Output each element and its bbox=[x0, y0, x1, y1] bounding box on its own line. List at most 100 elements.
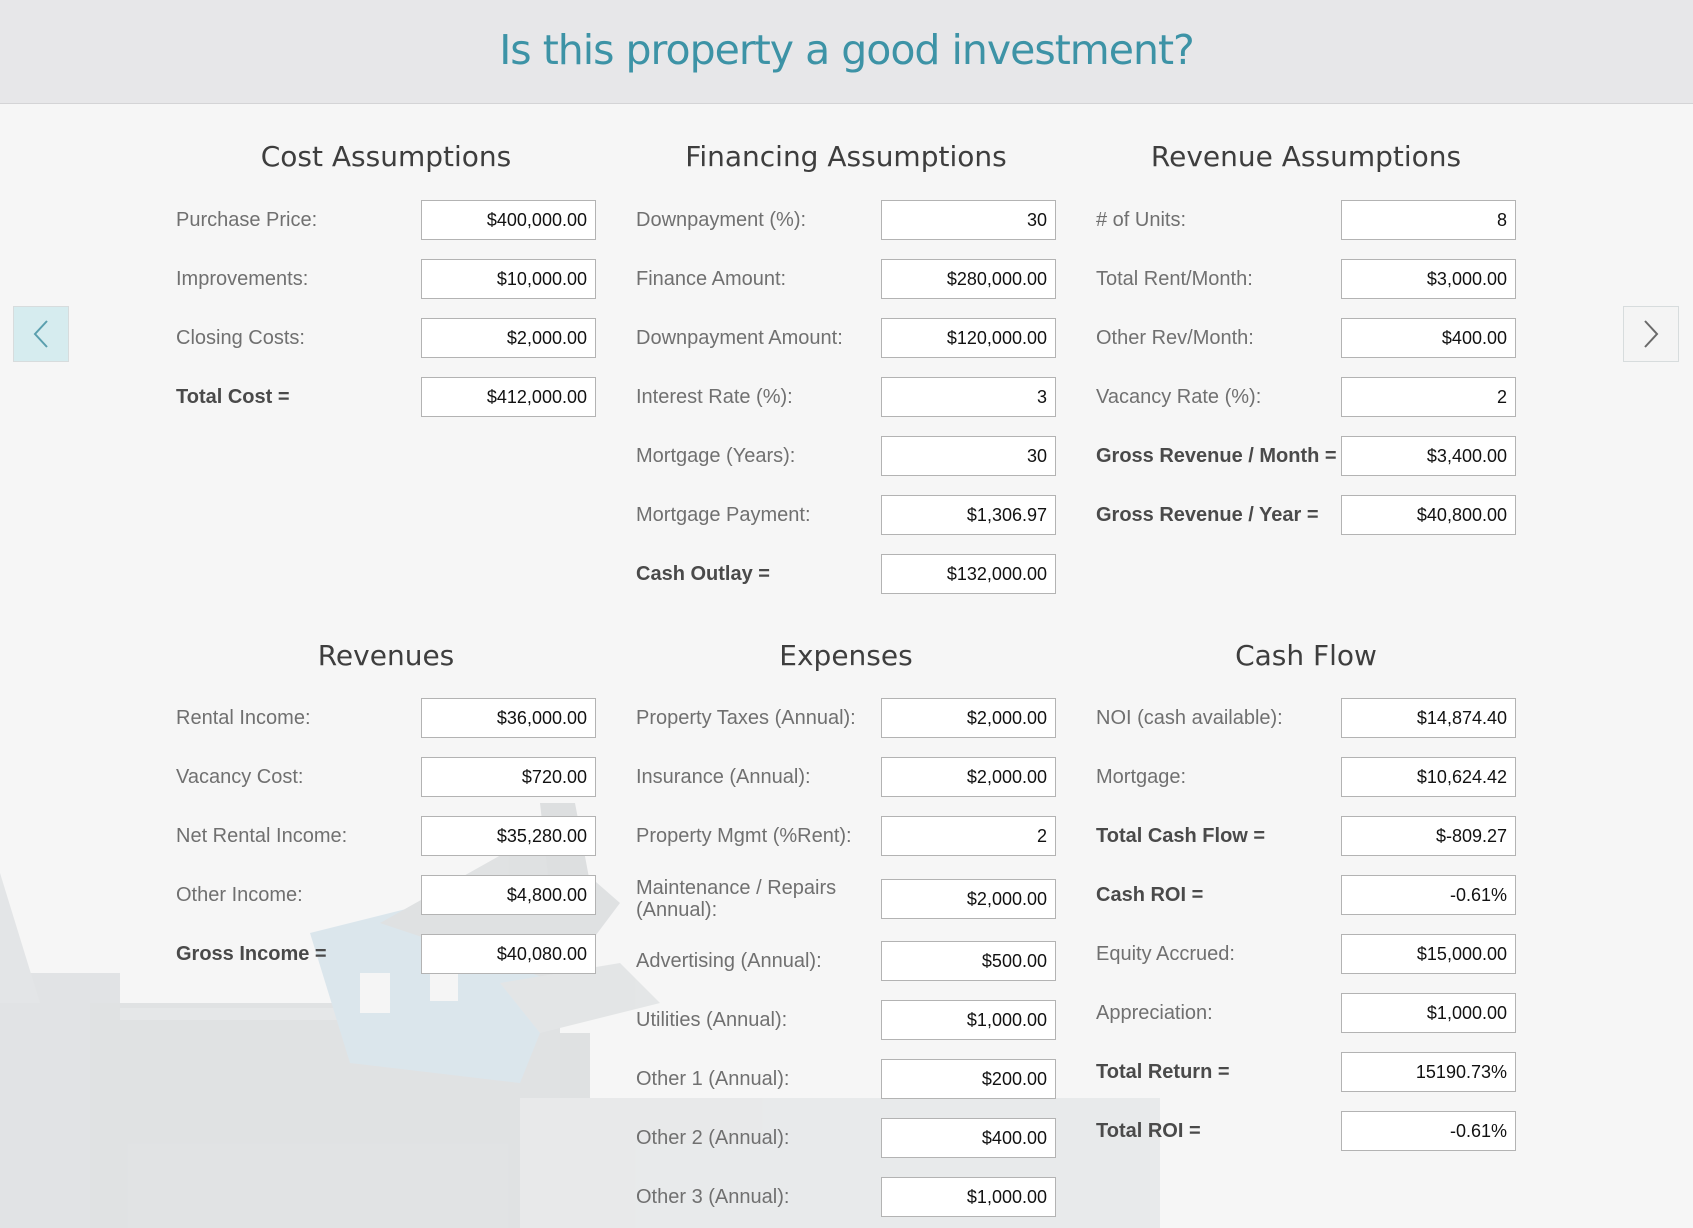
section-title: Cost Assumptions bbox=[260, 140, 512, 173]
field-label: Other Income: bbox=[176, 884, 303, 906]
rental-income-input[interactable] bbox=[421, 698, 596, 738]
form-row-gross-revenue-year: Gross Revenue / Year = bbox=[1096, 495, 1516, 535]
downpayment-percent-input[interactable] bbox=[881, 200, 1056, 240]
form-row-other-2: Other 2 (Annual): bbox=[636, 1118, 1056, 1158]
form-row-total-return: Total Return = bbox=[1096, 1052, 1516, 1092]
field-label: Mortgage (Years): bbox=[636, 445, 796, 467]
form-row-cash-roi: Cash ROI = bbox=[1096, 875, 1516, 915]
chevron-right-icon bbox=[1644, 320, 1659, 348]
other-1-input[interactable] bbox=[881, 1059, 1056, 1099]
next-slide-button[interactable] bbox=[1623, 306, 1679, 362]
total-roi-output[interactable] bbox=[1341, 1111, 1516, 1151]
field-label: Mortgage: bbox=[1096, 766, 1187, 788]
form-row-finance-amount: Finance Amount: bbox=[636, 259, 1056, 299]
purchase-price-input[interactable] bbox=[421, 200, 596, 240]
form-row-equity-accrued: Equity Accrued: bbox=[1096, 934, 1516, 974]
insurance-input[interactable] bbox=[881, 757, 1056, 797]
property-taxes-input[interactable] bbox=[881, 698, 1056, 738]
closing-costs-input[interactable] bbox=[421, 318, 596, 358]
section-title: Financing Assumptions bbox=[685, 140, 1007, 173]
page-header: Is this property a good investment? bbox=[0, 0, 1693, 104]
total-cost-output[interactable] bbox=[421, 377, 596, 417]
field-label: Maintenance / Repairs (Annual): bbox=[636, 877, 837, 921]
form-row-insurance: Insurance (Annual): bbox=[636, 757, 1056, 797]
form-row-total-cash-flow: Total Cash Flow = bbox=[1096, 816, 1516, 856]
field-label: Other 1 (Annual): bbox=[636, 1068, 790, 1090]
equity-accrued-input[interactable] bbox=[1341, 934, 1516, 974]
downpayment-amount-input[interactable] bbox=[881, 318, 1056, 358]
form-row-gross-revenue-month: Gross Revenue / Month = bbox=[1096, 436, 1516, 476]
page-title: Is this property a good investment? bbox=[499, 26, 1195, 74]
field-label: Appreciation: bbox=[1096, 1002, 1213, 1024]
advertising-input[interactable] bbox=[881, 941, 1056, 981]
section-title: Revenues bbox=[317, 639, 455, 672]
field-label: Other 2 (Annual): bbox=[636, 1127, 790, 1149]
form-row-interest-rate: Interest Rate (%): bbox=[636, 377, 1056, 417]
chevron-left-icon bbox=[33, 320, 48, 348]
form-row-closing-costs: Closing Costs: bbox=[176, 318, 596, 358]
form-row-utilities: Utilities (Annual): bbox=[636, 1000, 1056, 1040]
field-label: Improvements: bbox=[176, 268, 309, 290]
field-label: Gross Income = bbox=[176, 943, 327, 965]
field-label: Finance Amount: bbox=[636, 268, 787, 290]
gross-income-output[interactable] bbox=[421, 934, 596, 974]
finance-amount-input[interactable] bbox=[881, 259, 1056, 299]
form-row-downpayment-pct: Downpayment (%): bbox=[636, 200, 1056, 240]
total-cash-flow-output[interactable] bbox=[1341, 816, 1516, 856]
form-row-total-rent: Total Rent/Month: bbox=[1096, 259, 1516, 299]
field-label: Other Rev/Month: bbox=[1096, 327, 1254, 349]
cash-outlay-output[interactable] bbox=[881, 554, 1056, 594]
form-row-total-cost: Total Cost = bbox=[176, 377, 596, 417]
previous-slide-button[interactable] bbox=[13, 306, 69, 362]
field-label: Total Cost = bbox=[176, 386, 290, 408]
net-rental-income-input[interactable] bbox=[421, 816, 596, 856]
form-row-property-taxes: Property Taxes (Annual): bbox=[636, 698, 1056, 738]
gross-revenue-year-output[interactable] bbox=[1341, 495, 1516, 535]
form-row-advertising: Advertising (Annual): bbox=[636, 941, 1056, 981]
field-label: Downpayment (%): bbox=[636, 209, 807, 231]
noi-input[interactable] bbox=[1341, 698, 1516, 738]
form-row-gross-income: Gross Income = bbox=[176, 934, 596, 974]
mortgage-payment-input[interactable] bbox=[881, 495, 1056, 535]
form-row-net-rental-income: Net Rental Income: bbox=[176, 816, 596, 856]
total-return-output[interactable] bbox=[1341, 1052, 1516, 1092]
field-label: Cash Outlay = bbox=[636, 563, 770, 585]
gross-revenue-month-output[interactable] bbox=[1341, 436, 1516, 476]
maintenance-input[interactable] bbox=[881, 879, 1056, 919]
field-label: Total Rent/Month: bbox=[1096, 268, 1253, 290]
field-label: Closing Costs: bbox=[176, 327, 305, 349]
property-mgmt-input[interactable] bbox=[881, 816, 1056, 856]
field-label: Property Mgmt (%Rent): bbox=[636, 825, 852, 847]
form-row-appreciation: Appreciation: bbox=[1096, 993, 1516, 1033]
vacancy-rate-input[interactable] bbox=[1341, 377, 1516, 417]
interest-rate-input[interactable] bbox=[881, 377, 1056, 417]
field-label: Vacancy Cost: bbox=[176, 766, 304, 788]
form-row-other-1: Other 1 (Annual): bbox=[636, 1059, 1056, 1099]
appreciation-input[interactable] bbox=[1341, 993, 1516, 1033]
other-3-input[interactable] bbox=[881, 1177, 1056, 1217]
utilities-input[interactable] bbox=[881, 1000, 1056, 1040]
vacancy-cost-input[interactable] bbox=[421, 757, 596, 797]
field-label: Downpayment Amount: bbox=[636, 327, 843, 349]
form-row-mortgage: Mortgage: bbox=[1096, 757, 1516, 797]
field-label: Total Return = bbox=[1096, 1061, 1230, 1083]
field-label: # of Units: bbox=[1096, 209, 1187, 231]
other-income-input[interactable] bbox=[421, 875, 596, 915]
units-input[interactable] bbox=[1341, 200, 1516, 240]
form-row-downpayment-amount: Downpayment Amount: bbox=[636, 318, 1056, 358]
other-revenue-input[interactable] bbox=[1341, 318, 1516, 358]
field-label: Gross Revenue / Year = bbox=[1096, 504, 1319, 526]
section-title: Cash Flow bbox=[1235, 639, 1377, 672]
mortgage-years-input[interactable] bbox=[881, 436, 1056, 476]
field-label: Rental Income: bbox=[176, 707, 311, 729]
cash-roi-output[interactable] bbox=[1341, 875, 1516, 915]
field-label: Cash ROI = bbox=[1096, 884, 1204, 906]
mortgage-input[interactable] bbox=[1341, 757, 1516, 797]
form-row-vacancy-rate: Vacancy Rate (%): bbox=[1096, 377, 1516, 417]
field-label: NOI (cash available): bbox=[1096, 707, 1283, 729]
field-label: Equity Accrued: bbox=[1096, 943, 1235, 965]
improvements-input[interactable] bbox=[421, 259, 596, 299]
total-rent-input[interactable] bbox=[1341, 259, 1516, 299]
other-2-input[interactable] bbox=[881, 1118, 1056, 1158]
form-row-total-roi: Total ROI = bbox=[1096, 1111, 1516, 1151]
